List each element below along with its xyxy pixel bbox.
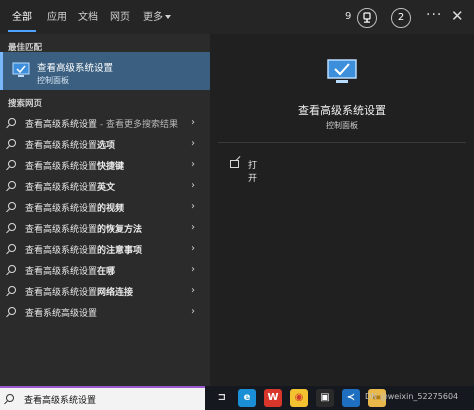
rewards-trophy-icon[interactable] — [357, 8, 377, 28]
task-view-icon[interactable]: ⊐ — [213, 389, 231, 407]
taskbar-search-box[interactable]: 查看高级系统设置 — [0, 386, 205, 410]
chevron-right-icon: › — [191, 138, 195, 149]
search-icon — [8, 265, 16, 273]
search-icon — [8, 223, 16, 231]
web-result-item[interactable]: 查看高级系统设置的视频 › — [0, 198, 210, 218]
search-icon — [8, 160, 16, 168]
web-result-item[interactable]: 查看高级系统设置网络连接 › — [0, 282, 210, 302]
edge-icon[interactable]: e — [238, 389, 256, 407]
tab-more-label: 更多 — [143, 12, 163, 23]
web-result-text: 查看高级系统设置网络连接 — [25, 288, 134, 298]
open-external-icon — [230, 160, 239, 168]
more-options-icon[interactable]: ··· — [426, 7, 442, 23]
search-icon — [8, 307, 16, 315]
chevron-right-icon: › — [191, 264, 195, 275]
search-icon — [8, 244, 16, 252]
best-match-item[interactable]: 查看高级系统设置 控制面板 — [0, 52, 210, 90]
wps-icon[interactable]: W — [264, 389, 282, 407]
preview-subtitle: 控制面板 — [326, 121, 358, 130]
divider — [218, 142, 466, 143]
vscode-icon[interactable]: ≺ — [342, 389, 360, 407]
chevron-right-icon: › — [191, 201, 195, 212]
web-result-text: 查看高级系统设置英文 — [25, 183, 116, 193]
web-result-text: 查看高级系统设置 - 查看更多搜索结果 — [25, 120, 178, 130]
search-icon — [8, 202, 16, 210]
chrome-icon[interactable]: ◉ — [290, 389, 308, 407]
web-result-item[interactable]: 查看高级系统设置英文 › — [0, 177, 210, 197]
tab-documents[interactable]: 文档 — [72, 8, 104, 28]
search-icon — [8, 139, 16, 147]
active-tab-indicator — [8, 30, 36, 32]
web-result-text: 查看高级系统设置的恢复方法 — [25, 225, 143, 235]
web-result-text: 查看高级系统设置快捷键 — [25, 162, 125, 172]
account-badge[interactable]: 2 — [391, 8, 411, 28]
chevron-right-icon: › — [191, 159, 195, 170]
chevron-right-icon: › — [191, 117, 195, 128]
tab-apps[interactable]: 应用 — [41, 8, 73, 28]
trophy-icon — [363, 12, 371, 23]
best-match-title: 查看高级系统设置 — [37, 63, 114, 74]
chevron-right-icon: › — [191, 285, 195, 296]
search-icon — [8, 286, 16, 294]
web-result-item[interactable]: 查看高级系统设置快捷键 › — [0, 156, 210, 176]
chevron-right-icon: › — [191, 243, 195, 254]
tab-more[interactable]: 更多 — [137, 8, 177, 28]
chevron-right-icon: › — [191, 222, 195, 233]
close-icon[interactable]: ✕ — [451, 7, 464, 25]
best-match-subtitle: 控制面板 — [37, 76, 69, 85]
search-input[interactable]: 查看高级系统设置 — [24, 393, 96, 406]
results-panel: 最佳匹配 查看高级系统设置 控制面板 搜索网页 查看高级系统设置 - 查看更多搜… — [0, 34, 210, 386]
tray-watermark-text: DN @weixin_52275604 — [365, 392, 459, 401]
search-icon — [8, 181, 16, 189]
tab-web[interactable]: 网页 — [104, 8, 136, 28]
open-label: 打开 — [248, 161, 258, 184]
web-result-item[interactable]: 查看高级系统设置 - 查看更多搜索结果 › — [0, 114, 210, 134]
chevron-right-icon: › — [191, 306, 195, 317]
web-result-text: 查看高级系统设置在哪 — [25, 267, 116, 277]
system-settings-large-icon — [327, 59, 357, 83]
taskbar: 查看高级系统设置 ⊐ e W ◉ ▣ ≺ ▬ DN @weixin_52275604 — [0, 386, 474, 410]
search-icon — [6, 394, 14, 402]
system-settings-icon — [12, 62, 30, 77]
web-search-label: 搜索网页 — [8, 99, 43, 109]
rewards-count: 9 — [345, 11, 352, 22]
web-result-item[interactable]: 查看高级系统设置在哪 › — [0, 261, 210, 281]
tab-all[interactable]: 全部 — [6, 8, 38, 28]
web-result-text: 查看高级系统设置的注意事项 — [25, 246, 143, 256]
web-result-text: 查看高级系统设置选项 — [25, 141, 116, 151]
web-result-item[interactable]: 查看系统高级设置 › — [0, 303, 210, 323]
web-result-item[interactable]: 查看高级系统设置的注意事项 › — [0, 240, 210, 260]
search-tab-bar: 全部 应用 文档 网页 更多 9 2 ··· ✕ — [0, 0, 474, 34]
web-result-text: 查看系统高级设置 — [25, 309, 98, 319]
app-icon[interactable]: ▣ — [316, 389, 334, 407]
web-result-text: 查看高级系统设置的视频 — [25, 204, 125, 214]
web-result-item[interactable]: 查看高级系统设置选项 › — [0, 135, 210, 155]
web-result-item[interactable]: 查看高级系统设置的恢复方法 › — [0, 219, 210, 239]
search-icon — [8, 118, 16, 126]
chevron-right-icon: › — [191, 180, 195, 191]
preview-panel: 查看高级系统设置 控制面板 打开 — [210, 34, 474, 386]
preview-title: 查看高级系统设置 — [298, 104, 386, 117]
chevron-down-icon — [165, 15, 171, 19]
